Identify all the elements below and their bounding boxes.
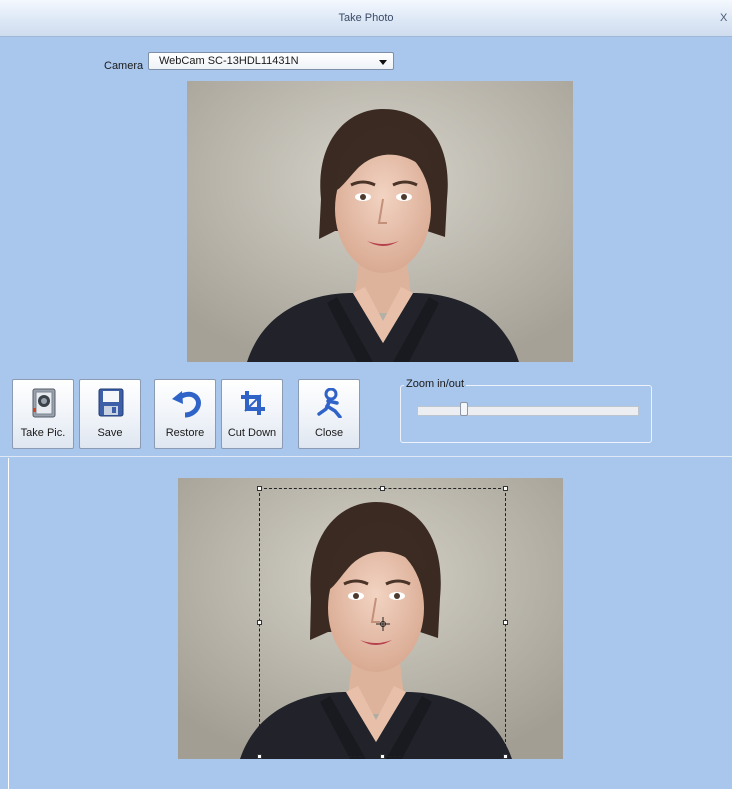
panel-divider bbox=[0, 456, 732, 457]
restore-label: Restore bbox=[165, 427, 205, 439]
undo-arrow-icon bbox=[172, 391, 201, 418]
crosshair-move-icon[interactable] bbox=[376, 617, 390, 631]
take-pic-button[interactable]: Take Pic. bbox=[12, 379, 74, 449]
crop-handle-top-right[interactable] bbox=[503, 486, 508, 491]
cut-down-label: Cut Down bbox=[227, 427, 277, 439]
chevron-down-icon[interactable] bbox=[379, 60, 387, 65]
camera-label: Camera bbox=[104, 60, 144, 72]
floppy-disk-icon bbox=[98, 388, 124, 417]
save-label: Save bbox=[97, 427, 123, 439]
camera-select[interactable]: WebCam SC-13HDL11431N bbox=[148, 52, 394, 70]
person-exit-icon bbox=[317, 388, 342, 418]
crop-handle-middle-left[interactable] bbox=[257, 620, 262, 625]
crop-handle-bottom-left[interactable] bbox=[257, 754, 262, 759]
crop-handle-bottom-center[interactable] bbox=[380, 754, 385, 759]
zoom-label: Zoom in/out bbox=[404, 378, 467, 390]
zoom-slider-thumb[interactable] bbox=[459, 402, 468, 416]
close-label: Close bbox=[314, 427, 344, 439]
restore-button[interactable]: Restore bbox=[154, 379, 216, 449]
save-button[interactable]: Save bbox=[79, 379, 141, 449]
camera-icon bbox=[32, 388, 56, 418]
cut-down-button[interactable]: Cut Down bbox=[221, 379, 283, 449]
crop-handle-middle-right[interactable] bbox=[503, 620, 508, 625]
zoom-slider-track[interactable] bbox=[417, 406, 639, 416]
title-bar: Take Photo X bbox=[0, 0, 732, 37]
close-window-button[interactable]: X bbox=[720, 12, 732, 24]
camera-select-value: WebCam SC-13HDL11431N bbox=[159, 55, 299, 67]
crop-handle-top-left[interactable] bbox=[257, 486, 262, 491]
crop-handle-bottom-right[interactable] bbox=[503, 754, 508, 759]
crop-icon bbox=[241, 391, 265, 415]
crop-handle-top-center[interactable] bbox=[380, 486, 385, 491]
window-title: Take Photo bbox=[338, 12, 394, 24]
live-preview-photo bbox=[187, 81, 573, 362]
close-button[interactable]: Close bbox=[298, 379, 360, 449]
take-pic-label: Take Pic. bbox=[20, 427, 66, 439]
